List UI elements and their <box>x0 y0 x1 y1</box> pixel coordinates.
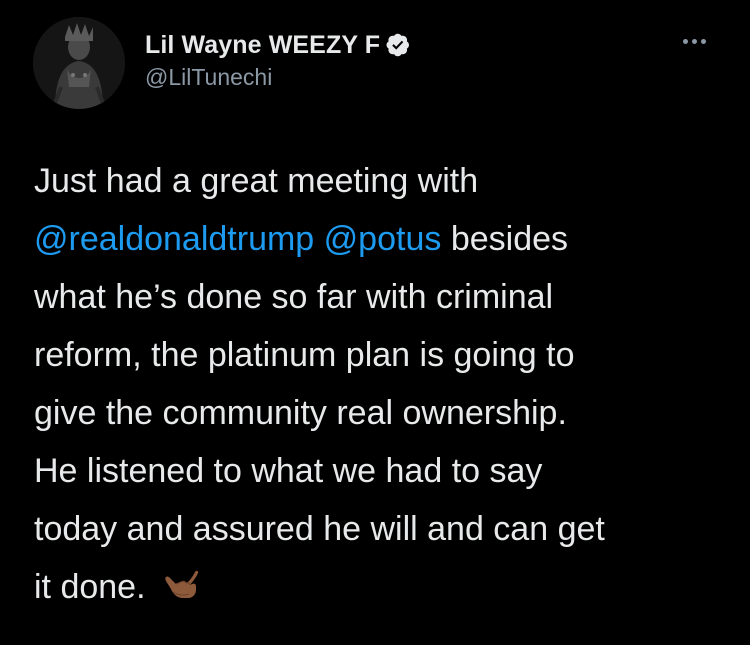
tweet-line: what he’s done so far with criminal <box>34 278 554 316</box>
tweet-line: today and assured he will and can get <box>34 510 605 548</box>
author-name-row[interactable]: Lil Wayne WEEZY F <box>145 30 410 60</box>
call-me-hand-emoji-icon <box>161 565 201 605</box>
tweet-line: He listened to what we had to say <box>34 452 543 490</box>
more-dot-icon <box>701 38 706 44</box>
verified-badge-icon <box>386 33 410 57</box>
mention-link[interactable]: @potus <box>324 220 442 258</box>
tweet-line: it done. <box>34 558 724 616</box>
more-dot-icon <box>692 38 697 44</box>
profile-photo-icon <box>33 17 125 109</box>
tweet-card[interactable]: Lil Wayne WEEZY F @LilTunechi Just had a… <box>0 0 750 645</box>
tweet-space <box>314 220 323 258</box>
mention-link[interactable]: @realdonaldtrump <box>34 220 314 258</box>
author-handle[interactable]: @LilTunechi <box>145 64 272 91</box>
tweet-line: reform, the platinum plan is going to <box>34 336 575 374</box>
more-dot-icon <box>683 38 688 44</box>
tweet-text: Just had a great meeting with @realdonal… <box>34 152 724 616</box>
tweet-line-text: besides <box>441 220 569 258</box>
tweet-line-text: it done. <box>34 568 155 606</box>
tweet-line: @realdonaldtrump @potus besides <box>34 210 724 268</box>
avatar[interactable] <box>33 17 125 109</box>
tweet-line: give the community real ownership. <box>34 394 567 432</box>
more-options-button[interactable] <box>683 36 706 46</box>
author-display-name[interactable]: Lil Wayne WEEZY F <box>145 31 380 60</box>
tweet-line: Just had a great meeting with <box>34 162 479 200</box>
